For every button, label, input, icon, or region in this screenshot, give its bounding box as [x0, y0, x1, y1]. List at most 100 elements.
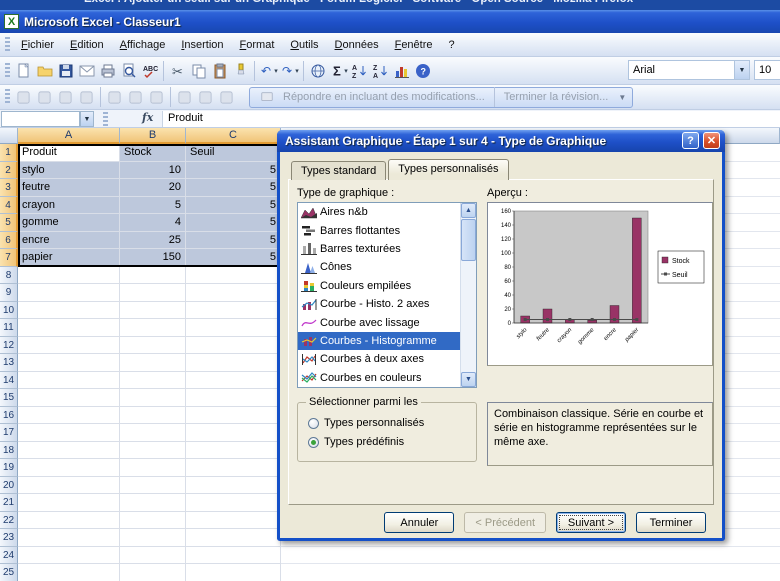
- row-header[interactable]: 25: [0, 564, 18, 581]
- cell[interactable]: 150: [120, 249, 186, 267]
- revision-tool-icon[interactable]: [55, 87, 76, 108]
- cell[interactable]: [120, 494, 186, 512]
- paste-icon[interactable]: [209, 60, 230, 81]
- cell[interactable]: papier: [18, 249, 120, 267]
- help-button[interactable]: ?: [682, 132, 699, 149]
- cell[interactable]: [18, 336, 120, 354]
- cell[interactable]: [18, 266, 120, 284]
- excel-titlebar[interactable]: X Microsoft Excel - Classeur1: [0, 10, 780, 33]
- row-header[interactable]: 11: [0, 319, 18, 337]
- cell[interactable]: encre: [18, 231, 120, 249]
- revision-tool-icon[interactable]: [13, 87, 34, 108]
- cell[interactable]: [120, 284, 186, 302]
- format-painter-icon[interactable]: [230, 60, 251, 81]
- row-header[interactable]: 15: [0, 389, 18, 407]
- row-header[interactable]: 1: [0, 144, 18, 162]
- cell[interactable]: [186, 564, 281, 581]
- row-header[interactable]: 20: [0, 476, 18, 494]
- chart-type-option[interactable]: Barres flottantes: [298, 221, 460, 239]
- cell[interactable]: 20: [120, 179, 186, 197]
- cell[interactable]: [120, 266, 186, 284]
- revision-tool-icon[interactable]: [34, 87, 55, 108]
- menu-donnes[interactable]: Données: [327, 35, 387, 55]
- cell[interactable]: [120, 354, 186, 372]
- cell[interactable]: [186, 494, 281, 512]
- menu-insertion[interactable]: Insertion: [173, 35, 231, 55]
- cell[interactable]: [186, 389, 281, 407]
- cell[interactable]: [281, 547, 780, 564]
- cell[interactable]: [120, 546, 186, 564]
- sort-descending-icon[interactable]: ZA: [370, 60, 391, 81]
- cell[interactable]: [18, 459, 120, 477]
- row-header[interactable]: 3: [0, 179, 18, 197]
- cell[interactable]: [18, 389, 120, 407]
- cell[interactable]: 5: [186, 161, 281, 179]
- cell[interactable]: [18, 301, 120, 319]
- chevron-down-icon[interactable]: ▼: [618, 93, 626, 102]
- end-review-button[interactable]: Terminer la révision...: [504, 91, 609, 103]
- cell[interactable]: 5: [186, 179, 281, 197]
- cell[interactable]: [186, 441, 281, 459]
- column-header-a[interactable]: A: [18, 128, 120, 144]
- row-header[interactable]: 22: [0, 511, 18, 529]
- cell[interactable]: [186, 424, 281, 442]
- spelling-icon[interactable]: ABC: [139, 60, 160, 81]
- reply-with-changes-button[interactable]: Répondre en incluant des modifications..…: [283, 91, 485, 103]
- cell[interactable]: 5: [120, 196, 186, 214]
- cell[interactable]: 10: [120, 161, 186, 179]
- row-header[interactable]: 13: [0, 354, 18, 372]
- cell[interactable]: [120, 371, 186, 389]
- redo-icon[interactable]: ↷ ▾: [279, 60, 300, 81]
- cell[interactable]: [120, 529, 186, 547]
- cell[interactable]: [18, 546, 120, 564]
- name-box-dropdown[interactable]: ▼: [80, 111, 94, 127]
- cell[interactable]: [120, 441, 186, 459]
- chart-wizard-icon[interactable]: [391, 60, 412, 81]
- previous-button[interactable]: < Précédent: [464, 512, 546, 533]
- revision-tool-icon[interactable]: [146, 87, 167, 108]
- formula-input[interactable]: Produit: [162, 111, 780, 127]
- row-header[interactable]: 7: [0, 249, 18, 267]
- save-icon[interactable]: [55, 60, 76, 81]
- menu-?[interactable]: ?: [441, 35, 463, 55]
- cell[interactable]: 5: [186, 214, 281, 232]
- cell[interactable]: [186, 406, 281, 424]
- cell[interactable]: [18, 441, 120, 459]
- row-header[interactable]: 24: [0, 546, 18, 564]
- cell[interactable]: 5: [186, 249, 281, 267]
- cell[interactable]: [186, 266, 281, 284]
- close-icon[interactable]: ✕: [703, 132, 720, 149]
- cell[interactable]: 4: [120, 214, 186, 232]
- toolbar-grip[interactable]: [103, 112, 108, 128]
- row-header[interactable]: 6: [0, 231, 18, 249]
- cell[interactable]: [18, 529, 120, 547]
- email-icon[interactable]: [76, 60, 97, 81]
- menu-fichier[interactable]: Fichier: [13, 35, 62, 55]
- cell[interactable]: [186, 319, 281, 337]
- chart-type-option[interactable]: Courbes à deux axes: [298, 350, 460, 368]
- cell[interactable]: [18, 511, 120, 529]
- cell[interactable]: [186, 301, 281, 319]
- row-header[interactable]: 21: [0, 494, 18, 512]
- cell[interactable]: [18, 319, 120, 337]
- chart-type-option[interactable]: Aires n&b: [298, 203, 460, 221]
- chart-type-option[interactable]: Couleurs empilées: [298, 277, 460, 295]
- cell[interactable]: [18, 564, 120, 581]
- cell[interactable]: feutre: [18, 179, 120, 197]
- scroll-up-icon[interactable]: ▲: [461, 203, 476, 218]
- cell[interactable]: 5: [186, 196, 281, 214]
- row-header[interactable]: 16: [0, 406, 18, 424]
- cell[interactable]: crayon: [18, 196, 120, 214]
- cancel-button[interactable]: Annuler: [384, 512, 455, 533]
- cell[interactable]: [186, 511, 281, 529]
- print-icon[interactable]: [97, 60, 118, 81]
- revision-tool-icon[interactable]: [76, 87, 97, 108]
- row-header[interactable]: 5: [0, 214, 18, 232]
- chart-type-option[interactable]: Courbes en couleurs: [298, 369, 460, 387]
- cell[interactable]: [120, 389, 186, 407]
- row-header[interactable]: 14: [0, 371, 18, 389]
- revision-tool-icon[interactable]: [216, 87, 237, 108]
- cell[interactable]: Seuil: [186, 144, 281, 162]
- revision-tool-icon[interactable]: [195, 87, 216, 108]
- column-header-c[interactable]: C: [186, 128, 281, 144]
